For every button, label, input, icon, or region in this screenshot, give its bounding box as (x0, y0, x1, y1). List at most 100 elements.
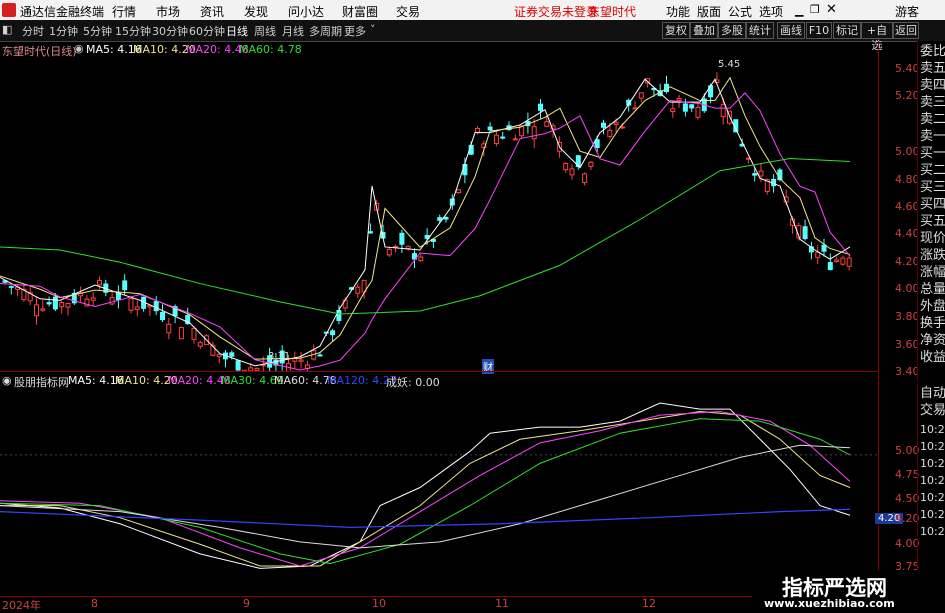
menu-jiaoyi[interactable]: 交易 (396, 3, 420, 20)
candle-body (569, 168, 575, 176)
candle-body (40, 308, 46, 311)
candle-body (298, 359, 304, 362)
stock-name: 东望时代 (588, 5, 637, 19)
period-60min[interactable]: 60分钟 (189, 23, 225, 39)
candle-body (827, 262, 833, 271)
candle-body (65, 302, 71, 308)
fuquan-button[interactable]: 复权 (662, 22, 690, 39)
period-monthly[interactable]: 月线 (282, 23, 304, 39)
candle-body (399, 232, 405, 245)
ind-ma60-line (0, 444, 851, 549)
high-price-label: 5.45 (718, 59, 741, 70)
candle-body (720, 104, 726, 118)
candle-body (632, 107, 638, 110)
candle-body (191, 327, 197, 340)
period-multi[interactable]: 多周期 (309, 23, 342, 39)
candle-body (834, 259, 840, 262)
restore-icon[interactable]: ❐ (810, 3, 820, 16)
menu-banmian[interactable]: 版面 (697, 3, 721, 20)
label-volume: 总量 (920, 282, 945, 297)
candle-body (367, 231, 373, 234)
candle-body (456, 189, 462, 194)
candle-body (46, 302, 52, 305)
label-netasset: 净资 (920, 333, 945, 348)
candle-body (8, 285, 14, 288)
menu-shichang[interactable]: 市场 (156, 3, 180, 20)
add-watchlist-button[interactable]: +自选 (861, 22, 893, 52)
menu-caifuquan[interactable]: 财富圈 (342, 3, 378, 20)
diejia-button[interactable]: 叠加 (690, 22, 718, 39)
period-15min[interactable]: 15分钟 (115, 23, 151, 39)
candle-body (197, 342, 203, 347)
period-5min[interactable]: 5分钟 (83, 23, 112, 39)
close-icon[interactable]: ✕ (826, 2, 837, 17)
candle-body (689, 104, 695, 109)
app-name: 通达信金融终端 (20, 5, 105, 19)
menu-gongshi[interactable]: 公式 (728, 3, 752, 20)
login-notice[interactable]: 证券交易未登录 (514, 3, 598, 20)
label-buy3: 买三 (920, 180, 945, 195)
candle-body (355, 286, 361, 294)
auto-trade-panel: 自动 交易 10:22 10:23 10:23 10:24 10:24 10:2… (917, 383, 945, 596)
candle-body (317, 354, 323, 357)
candle-body (588, 161, 594, 167)
time-item: 10:24 (920, 491, 945, 504)
candle-body (802, 226, 808, 240)
menu-gongneng[interactable]: 功能 (666, 3, 690, 20)
label-change: 涨跌 (920, 248, 945, 263)
ind-tick: 4.20 (895, 512, 920, 525)
price-axis: 5.40 5.20 5.00 4.80 4.60 4.40 4.20 4.00 … (878, 41, 920, 378)
candle-body (128, 298, 134, 311)
biaoji-button[interactable]: 标记 (833, 22, 861, 39)
candle-body (418, 256, 424, 262)
period-toolbar: ◧ 分时 1分钟 5分钟 15分钟 30分钟 60分钟 日线 周线 月线 多周期… (0, 20, 945, 52)
menu-wenxiaoda[interactable]: 问小达 (288, 3, 324, 20)
period-daily[interactable]: 日线 (226, 23, 248, 39)
price-tick: 5.20 (895, 89, 920, 102)
minimize-icon[interactable]: ▁ (795, 4, 803, 17)
label-weibi: 委比 (920, 44, 945, 59)
tongji-button[interactable]: 统计 (746, 22, 774, 39)
label-buy5: 买五 (920, 214, 945, 229)
candle-body (500, 136, 506, 139)
candle-body (512, 138, 518, 141)
candle-body (90, 297, 96, 301)
label-sell2: 卖二 (920, 112, 945, 127)
kline-panel[interactable]: 东望时代(日线) ◉ MA5: 4.16 MA10: 4.20 MA20: 4.… (0, 41, 878, 374)
candle-body (531, 126, 537, 140)
ind-ma5-line (0, 402, 851, 569)
candle-body (462, 163, 468, 176)
chevron-down-icon[interactable]: ˅ (370, 23, 376, 36)
menu-faxian[interactable]: 发现 (244, 3, 268, 20)
menu-hangqing[interactable]: 行情 (112, 3, 136, 20)
candle-body (487, 126, 493, 131)
menu-zixun[interactable]: 资讯 (200, 3, 224, 20)
candle-body (619, 126, 625, 129)
huaxian-button[interactable]: 画线 (777, 22, 805, 39)
candle-body (386, 249, 392, 256)
period-more[interactable]: 更多 (344, 23, 366, 39)
kline-svg (0, 72, 852, 371)
period-weekly[interactable]: 周线 (254, 23, 276, 39)
duogu-button[interactable]: 多股 (718, 22, 746, 39)
date-label: 11 (495, 597, 509, 610)
period-fenshi[interactable]: 分时 (22, 23, 44, 39)
price-tick: 3.60 (895, 338, 920, 351)
back-button[interactable]: 返回 (893, 22, 919, 39)
ind-tick: 4.00 (895, 537, 920, 550)
time-item: 10:22 (920, 423, 945, 436)
candle-body (97, 280, 102, 286)
date-label: 2024年 (2, 599, 41, 612)
guest-button[interactable]: 游客 (895, 3, 919, 20)
f10-button[interactable]: F10 (806, 22, 832, 39)
period-30min[interactable]: 30分钟 (152, 23, 188, 39)
auto-trade-label2[interactable]: 交易 (920, 402, 945, 419)
auto-trade-label[interactable]: 自动 (920, 385, 945, 402)
collapse-icon[interactable]: ◧ (2, 23, 12, 36)
menu-xuanxiang[interactable]: 选项 (759, 3, 783, 20)
period-1min[interactable]: 1分钟 (49, 23, 78, 39)
indicator-panel[interactable]: ◉ 股朋指标网 MA5: 4.16 MA10: 4.20 MA20: 4.48 … (0, 372, 878, 596)
candle-body (160, 311, 165, 321)
candle-body (166, 323, 172, 334)
time-item: 10:23 (920, 457, 945, 470)
